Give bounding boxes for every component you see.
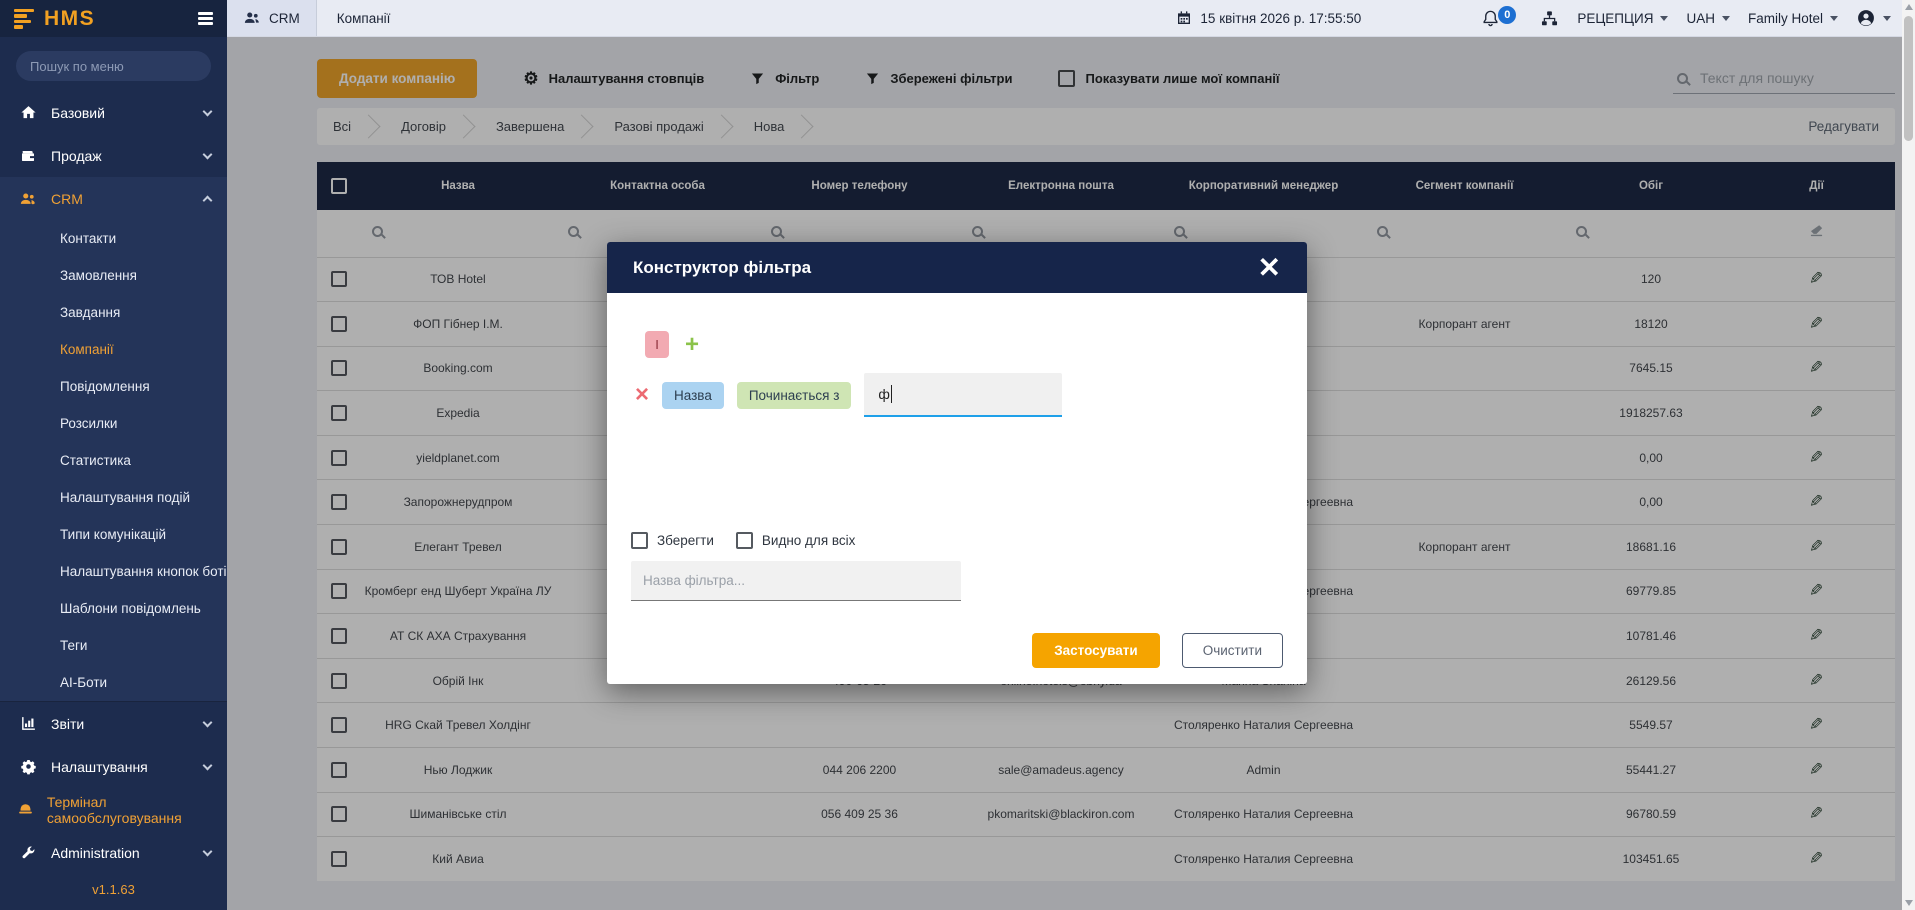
crm-module-icon [243, 9, 261, 27]
sidebar-item-label: Звіти [51, 716, 84, 732]
condition-value-input[interactable]: ф [864, 373, 1062, 417]
sidebar-subitem[interactable]: Типи комунікацій [0, 516, 227, 553]
clear-filter-button[interactable]: Очистити [1182, 633, 1283, 668]
sidebar-item-label: Продаж [51, 148, 102, 164]
sidebar-item-sales[interactable]: Продаж [0, 134, 227, 177]
sidebar-header: HMS [0, 0, 227, 37]
sidebar-item-label: Термінал самообслуговування [47, 794, 211, 826]
menu-search-input[interactable] [16, 51, 211, 81]
modal-body: І + × Назва Починається з ф Зберегти Вид… [607, 293, 1307, 684]
app-logo: HMS [44, 7, 95, 31]
sidebar-item-reports[interactable]: Звіти [0, 702, 227, 745]
hms-logo-icon [14, 9, 34, 29]
sidebar-subitem[interactable]: Повідомлення [0, 368, 227, 405]
wrench-icon [16, 845, 40, 861]
chart-icon [16, 715, 40, 732]
sidebar-item-settings[interactable]: Налаштування [0, 745, 227, 788]
condition-row: × Назва Починається з ф [631, 373, 1283, 417]
close-icon[interactable]: ✕ [1258, 254, 1281, 282]
datetime-label: 15 квітня 2026 р. 17:55:50 [1200, 11, 1361, 26]
scrollbar-thumb[interactable] [1904, 16, 1913, 141]
sidebar-section-crm: CRM КонтактиЗамовленняЗавданняКомпаніїПов… [0, 177, 227, 702]
sidebar-subitem[interactable]: Теги [0, 627, 227, 664]
sidebar-item-administration[interactable]: Administration [0, 831, 227, 874]
vertical-scrollbar[interactable] [1902, 0, 1915, 910]
alert-icon [16, 801, 36, 818]
calendar-icon [1176, 10, 1192, 26]
chevron-down-icon [203, 149, 213, 159]
filter-builder-modal: Конструктор фільтра ✕ І + × Назва Почина… [607, 242, 1307, 684]
channel-manager-icon[interactable] [1540, 9, 1559, 28]
sidebar-item-label: Налаштування [51, 759, 148, 775]
sidebar-item-label: Базовий [51, 105, 105, 121]
condition-operator-chip[interactable]: Починається з [737, 382, 852, 409]
checkbox-icon [736, 532, 753, 549]
sidebar-item-basic[interactable]: Базовий [0, 91, 227, 134]
save-filter-checkbox[interactable]: Зберегти [631, 532, 714, 549]
sidebar-subitem[interactable]: Замовлення [0, 257, 227, 294]
sidebar-subitem[interactable]: Статистика [0, 442, 227, 479]
currency-dropdown[interactable]: UAH [1686, 11, 1730, 26]
chevron-down-icon [203, 106, 213, 116]
module-label: CRM [269, 11, 300, 26]
modal-title: Конструктор фільтра [633, 258, 811, 278]
department-dropdown[interactable]: РЕЦЕПЦИЯ [1577, 11, 1668, 26]
sidebar-nav: Базовий Продаж CRM КонтактиЗамовленняЗавдан… [0, 91, 227, 874]
sidebar-subitem[interactable]: Налаштування кнопок ботів [0, 553, 227, 590]
sidebar-item-terminal[interactable]: Термінал самообслуговування [0, 788, 227, 831]
users-icon [16, 190, 40, 208]
topbar: CRM Компанії 15 квітня 2026 р. 17:55:50 … [227, 0, 1915, 37]
text-caret [891, 385, 892, 403]
user-avatar-icon [1856, 8, 1876, 28]
sidebar-item-crm[interactable]: CRM [0, 177, 227, 220]
chevron-down-icon [203, 760, 213, 770]
wallet-icon [16, 148, 40, 164]
sidebar-item-label: CRM [51, 191, 83, 207]
hamburger-menu-icon[interactable] [198, 12, 213, 25]
filter-name-input[interactable] [631, 561, 961, 601]
sidebar-subitem[interactable]: Завдання [0, 294, 227, 331]
sidebar-subitem[interactable]: Шаблони повідомлень [0, 590, 227, 627]
chevron-down-icon [1830, 16, 1838, 21]
sidebar-subitem[interactable]: Налаштування подій [0, 479, 227, 516]
chevron-up-icon [203, 196, 213, 206]
checkbox-icon [631, 532, 648, 549]
group-operator-badge[interactable]: І [645, 331, 669, 358]
visible-for-all-checkbox[interactable]: Видно для всіх [736, 532, 855, 549]
app-version: v1.1.63 [0, 882, 227, 897]
condition-field-chip[interactable]: Назва [662, 382, 724, 409]
breadcrumb: Компанії [317, 0, 411, 36]
hotel-dropdown[interactable]: Family Hotel [1748, 11, 1838, 26]
chevron-down-icon [1660, 16, 1668, 21]
sidebar-subitem[interactable]: AI-Боти [0, 664, 227, 701]
chevron-down-icon [203, 846, 213, 856]
sidebar-subitem[interactable]: Контакти [0, 220, 227, 257]
scroll-up-icon[interactable] [1905, 4, 1913, 10]
notification-count-badge: 0 [1498, 6, 1516, 24]
home-icon [16, 104, 40, 121]
gears-icon [16, 758, 40, 775]
sidebar-subitem[interactable]: Компанії [0, 331, 227, 368]
scroll-down-icon[interactable] [1905, 900, 1913, 906]
chevron-down-icon [203, 717, 213, 727]
module-indicator[interactable]: CRM [227, 0, 317, 36]
sidebar: HMS Базовий Продаж CRM КонтактиЗамовленняЗа… [0, 0, 227, 910]
sidebar-subitem[interactable]: Розсилки [0, 405, 227, 442]
user-menu[interactable] [1856, 8, 1891, 28]
remove-condition-icon[interactable]: × [635, 383, 649, 407]
modal-header: Конструктор фільтра ✕ [607, 242, 1307, 293]
chevron-down-icon [1883, 16, 1891, 21]
add-condition-icon[interactable]: + [685, 333, 699, 357]
apply-filter-button[interactable]: Застосувати [1032, 633, 1160, 668]
chevron-down-icon [1722, 16, 1730, 21]
sidebar-item-label: Administration [51, 845, 140, 861]
datetime: 15 квітня 2026 р. 17:55:50 [1176, 0, 1361, 36]
notifications-button[interactable]: 0 [1481, 9, 1500, 28]
